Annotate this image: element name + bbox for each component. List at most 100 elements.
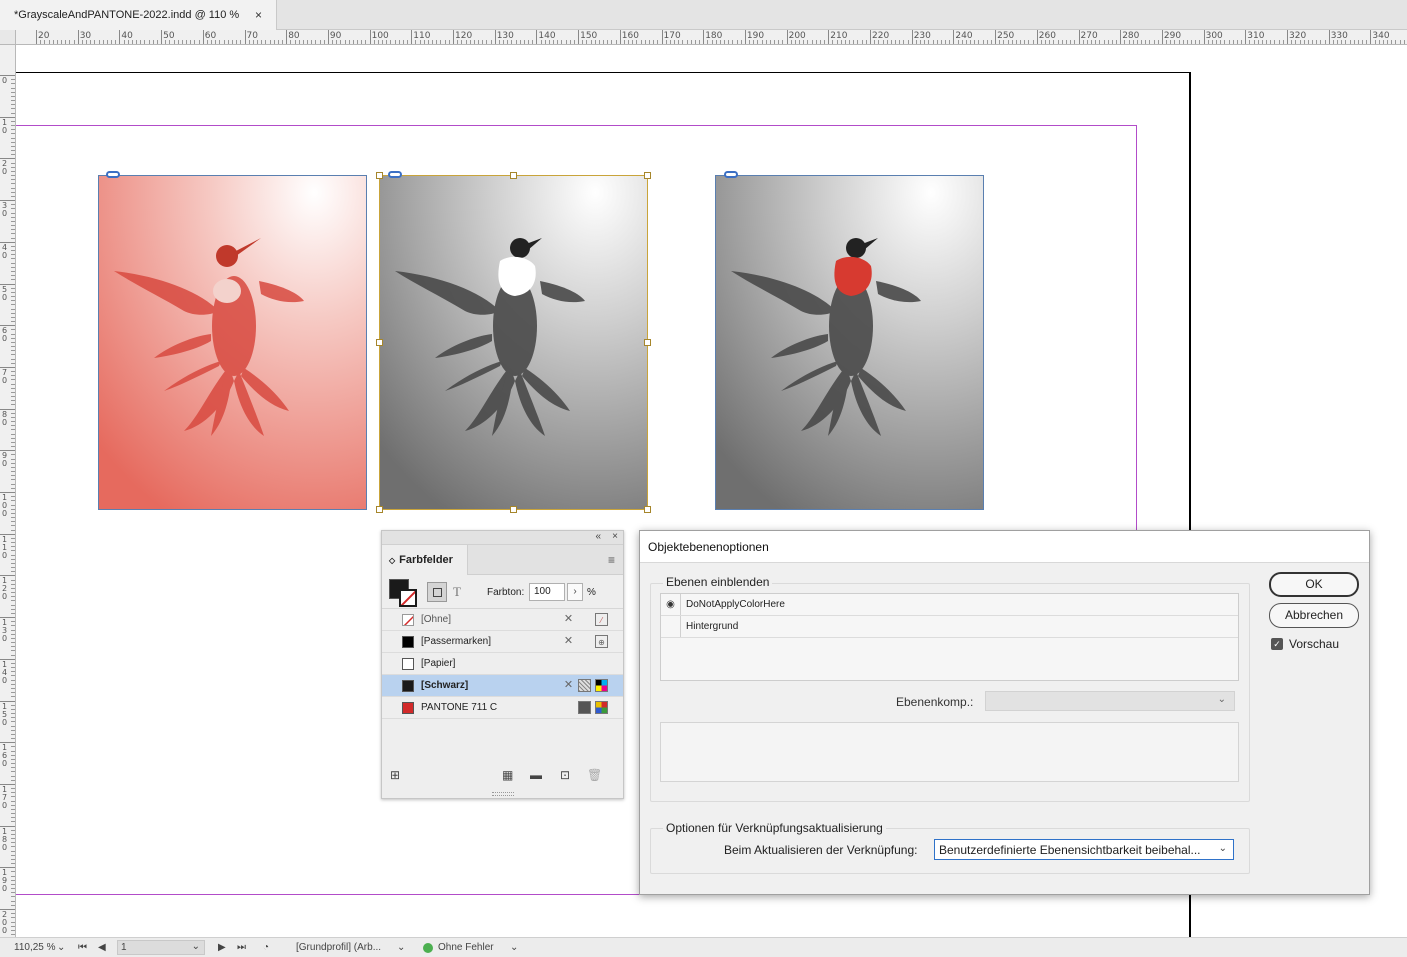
ruler-minor-tick	[11, 746, 15, 748]
swatch-row-registration[interactable]: [Passermarken] ✕ ⊕	[382, 631, 623, 653]
page-number-field[interactable]: 1 ⌄	[117, 940, 205, 955]
tint-slider-arrow-icon[interactable]: ›	[567, 583, 583, 601]
swatch-views-icon[interactable]: ▦	[502, 768, 513, 782]
spot-color-icon	[578, 701, 591, 714]
zoom-chevron-down-icon[interactable]: ⌄	[57, 942, 65, 953]
new-color-group-icon[interactable]: ▬	[530, 768, 542, 782]
delete-swatch-icon[interactable]: 🗑	[587, 768, 602, 782]
ruler-minor-tick	[699, 40, 701, 44]
last-page-icon[interactable]: ⏭	[237, 942, 246, 953]
ruler-minor-tick	[11, 583, 15, 585]
ruler-minor-tick	[1111, 40, 1113, 44]
selection-handle-top-left[interactable]	[376, 172, 383, 179]
tint-input[interactable]: 100	[529, 583, 565, 601]
panel-menu-icon[interactable]: ≡	[608, 553, 615, 567]
ruler-minor-tick	[519, 40, 521, 44]
layer-row[interactable]: Hintergrund	[661, 616, 1238, 638]
ok-button[interactable]: OK	[1269, 572, 1359, 597]
swatch-row-black[interactable]: [Schwarz] ✕	[382, 675, 623, 697]
tab-swatches[interactable]: ◇ Farbfelder	[382, 545, 468, 575]
chevron-down-icon: ⌄	[191, 941, 200, 952]
selection-handle-top[interactable]	[510, 172, 517, 179]
resize-grip[interactable]	[492, 792, 514, 796]
ruler-minor-tick	[711, 40, 713, 44]
ruler-tick	[161, 30, 163, 44]
ruler-minor-tick	[865, 40, 867, 44]
image-frame-red-throat[interactable]	[715, 175, 984, 510]
cancel-button[interactable]: Abbrechen	[1269, 603, 1359, 628]
selection-handle-left[interactable]	[376, 339, 383, 346]
ruler-minor-tick	[11, 175, 15, 177]
selection-handle-bottom-left[interactable]	[376, 506, 383, 513]
previous-page-icon[interactable]: ◀	[98, 942, 106, 953]
ruler-minor-tick	[11, 604, 15, 606]
ruler-minor-tick	[11, 216, 15, 218]
image-frame-red[interactable]	[98, 175, 367, 510]
ruler-minor-tick	[11, 433, 15, 435]
preview-checkbox[interactable]: ✓	[1271, 638, 1283, 650]
non-editable-icon: ✕	[563, 635, 574, 647]
next-page-icon[interactable]: ▶	[218, 942, 226, 953]
ruler-minor-tick	[11, 833, 15, 835]
layer-row[interactable]: ◉ DoNotApplyColorHere	[661, 594, 1238, 616]
horizontal-ruler[interactable]: 20 30 40 50 60 70 80 90 100 110 120 130 140 150 160 170…	[16, 30, 1407, 45]
ruler-tick	[369, 30, 371, 44]
image-frame-grayscale-selected[interactable]	[379, 175, 648, 510]
collapse-panel-icon[interactable]: «	[595, 531, 601, 542]
ruler-minor-tick	[11, 796, 15, 798]
preview-label: Vorschau	[1289, 637, 1340, 651]
link-icon[interactable]	[388, 171, 402, 178]
stroke-swatch[interactable]	[399, 589, 417, 607]
ruler-tick	[744, 30, 746, 44]
status-bar: 110,25 % ⌄ ⏮ ◀ 1 ⌄ ▶ ⏭ ◔ [Grundprofil] (…	[0, 937, 1407, 957]
close-panel-icon[interactable]: ×	[612, 531, 618, 542]
ruler-minor-tick	[515, 40, 517, 44]
swatch-row-paper[interactable]: [Papier]	[382, 653, 623, 675]
ruler-minor-tick	[11, 141, 15, 143]
ruler-minor-tick	[1357, 40, 1359, 44]
chevron-down-icon[interactable]: ⌄	[397, 942, 405, 953]
link-icon[interactable]	[724, 171, 738, 178]
ruler-minor-tick	[1024, 40, 1026, 44]
preflight-status[interactable]: Ohne Fehler	[438, 942, 494, 953]
ruler-origin[interactable]	[0, 30, 16, 45]
selection-handle-bottom[interactable]	[510, 506, 517, 513]
ruler-minor-tick	[544, 40, 546, 44]
selection-handle-top-right[interactable]	[644, 172, 651, 179]
new-swatch-icon[interactable]: ⊡	[560, 768, 570, 782]
ruler-minor-tick	[907, 40, 909, 44]
open-page-icon[interactable]: ◔	[263, 942, 269, 953]
formatting-affects-container-button[interactable]	[427, 582, 447, 602]
ruler-tick	[870, 30, 871, 44]
visibility-toggle[interactable]	[661, 616, 681, 637]
panel-titlebar[interactable]: « ×	[382, 531, 623, 545]
link-icon[interactable]	[106, 171, 120, 178]
ruler-tick	[661, 30, 663, 44]
first-page-icon[interactable]: ⏮	[78, 942, 87, 953]
ruler-minor-tick	[1153, 40, 1155, 44]
ruler-tick	[995, 30, 997, 44]
document-tab[interactable]: *GrayscaleAndPANTONE-2022.indd @ 110 % ×	[0, 0, 277, 30]
selection-handle-right[interactable]	[644, 339, 651, 346]
ruler-minor-tick	[573, 40, 575, 44]
layer-comp-select[interactable]: ⌄	[985, 691, 1235, 711]
selection-handle-bottom-right[interactable]	[644, 506, 651, 513]
zoom-field[interactable]: 110,25 %	[14, 942, 56, 953]
ruler-minor-tick	[73, 40, 75, 44]
ruler-minor-tick	[11, 429, 15, 431]
ruler-minor-tick	[11, 883, 15, 885]
ruler-minor-tick	[1303, 40, 1305, 44]
ruler-tick	[77, 30, 79, 44]
show-all-swatches-icon[interactable]: ⊞	[390, 768, 400, 782]
ruler-label: 80	[2, 409, 8, 427]
chevron-down-icon[interactable]: ⌄	[510, 942, 518, 953]
swatch-row-none[interactable]: [Ohne] ✕ ⁄	[382, 609, 623, 631]
link-update-select[interactable]: Benutzerdefinierte Ebenensichtbarkeit be…	[934, 839, 1234, 860]
close-tab-icon[interactable]: ×	[255, 8, 262, 22]
swatch-row-pantone[interactable]: PANTONE 711 C	[382, 697, 623, 719]
vertical-ruler[interactable]: 0 10 20 30 40 50 60 70 80 90 100 110 120 130 140 150 160…	[0, 45, 16, 937]
formatting-affects-text-button[interactable]: T	[453, 584, 461, 600]
preflight-profile[interactable]: [Grundprofil] (Arb...	[296, 942, 381, 953]
ruler-minor-tick	[903, 40, 905, 44]
eye-icon[interactable]: ◉	[661, 594, 681, 615]
